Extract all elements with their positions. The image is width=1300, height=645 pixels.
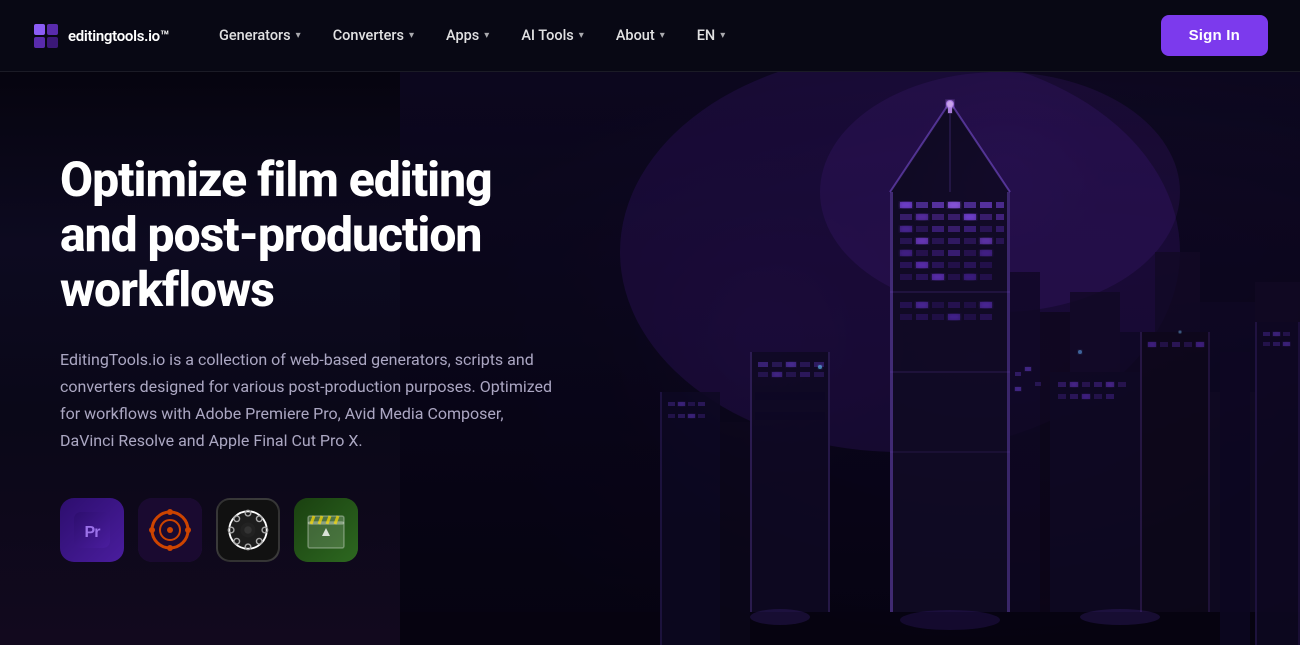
sign-in-button[interactable]: Sign In [1161,15,1268,56]
nav-item-apps[interactable]: Apps ▾ [432,19,503,52]
app-icon-premiere-pro[interactable]: Pr [60,498,124,562]
nav-item-converters[interactable]: Converters ▾ [319,19,428,52]
app-icon-davinci-resolve[interactable] [138,498,202,562]
avid-icon [218,498,278,562]
logo-icon [32,22,60,50]
nav-item-about[interactable]: About ▾ [602,19,679,52]
premiere-pro-icon: Pr [74,512,110,548]
app-icon-final-cut-pro[interactable] [294,498,358,562]
chevron-down-icon: ▾ [660,30,665,41]
chevron-down-icon: ▾ [484,30,489,41]
hero-section: Optimize film editing and post-productio… [0,72,1300,645]
navbar: editingtools.io™ Generators ▾ Converters… [0,0,1300,72]
davinci-resolve-icon [138,498,202,562]
chevron-down-icon: ▾ [296,30,301,41]
logo[interactable]: editingtools.io™ [32,22,169,50]
svg-text:Pr: Pr [85,524,101,541]
chevron-down-icon: ▾ [409,30,414,41]
nav-items: Generators ▾ Converters ▾ Apps ▾ AI Tool… [205,19,739,52]
chevron-down-icon: ▾ [720,30,725,41]
app-icon-avid[interactable] [216,498,280,562]
nav-left: editingtools.io™ Generators ▾ Converters… [32,19,739,52]
hero-content: Optimize film editing and post-productio… [0,72,620,562]
hero-title: Optimize film editing and post-productio… [60,152,560,318]
hero-description: EditingTools.io is a collection of web-b… [60,346,560,455]
chevron-down-icon: ▾ [579,30,584,41]
nav-item-ai-tools[interactable]: AI Tools ▾ [507,19,598,52]
fcpx-icon [294,498,358,562]
logo-text: editingtools.io™ [68,27,169,45]
app-icons-row: Pr [60,498,560,562]
nav-item-language[interactable]: EN ▾ [683,19,740,52]
nav-item-generators[interactable]: Generators ▾ [205,19,315,52]
